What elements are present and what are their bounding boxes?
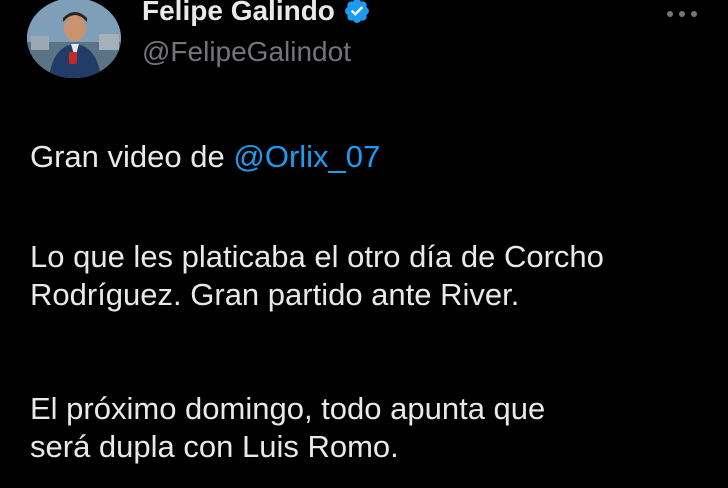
tweet-card: Felipe Galindo @FelipeGalindot Gran vide… — [0, 0, 728, 488]
more-dot — [679, 11, 685, 17]
tweet-text-line: El próximo domingo, todo apunta que — [30, 391, 546, 426]
display-name[interactable]: Felipe Galindo — [142, 0, 335, 27]
avatar[interactable] — [27, 0, 121, 78]
tweet-paragraph-3: El próximo domingo, todo apunta que será… — [30, 390, 545, 466]
more-horizontal-icon[interactable] — [666, 4, 698, 24]
handle[interactable]: @FelipeGalindot — [142, 36, 351, 68]
tweet-text: Gran video de — [30, 139, 234, 174]
author-name-row: Felipe Galindo — [142, 0, 371, 27]
tweet-paragraph-2: Lo que les platicaba el otro día de Corc… — [30, 238, 604, 314]
more-dot — [667, 11, 673, 17]
mention-link[interactable]: @Orlix_07 — [233, 139, 380, 174]
verified-badge-icon — [344, 0, 369, 23]
tweet-paragraph-1: Gran video de @Orlix_07 — [30, 138, 380, 176]
tweet-text-line: Rodríguez. Gran partido ante River. — [30, 277, 520, 312]
tweet-text-line: será dupla con Luis Romo. — [30, 429, 399, 464]
tweet-text-line: Lo que les platicaba el otro día de Corc… — [30, 239, 604, 274]
avatar-image — [27, 0, 121, 78]
more-dot — [691, 11, 697, 17]
